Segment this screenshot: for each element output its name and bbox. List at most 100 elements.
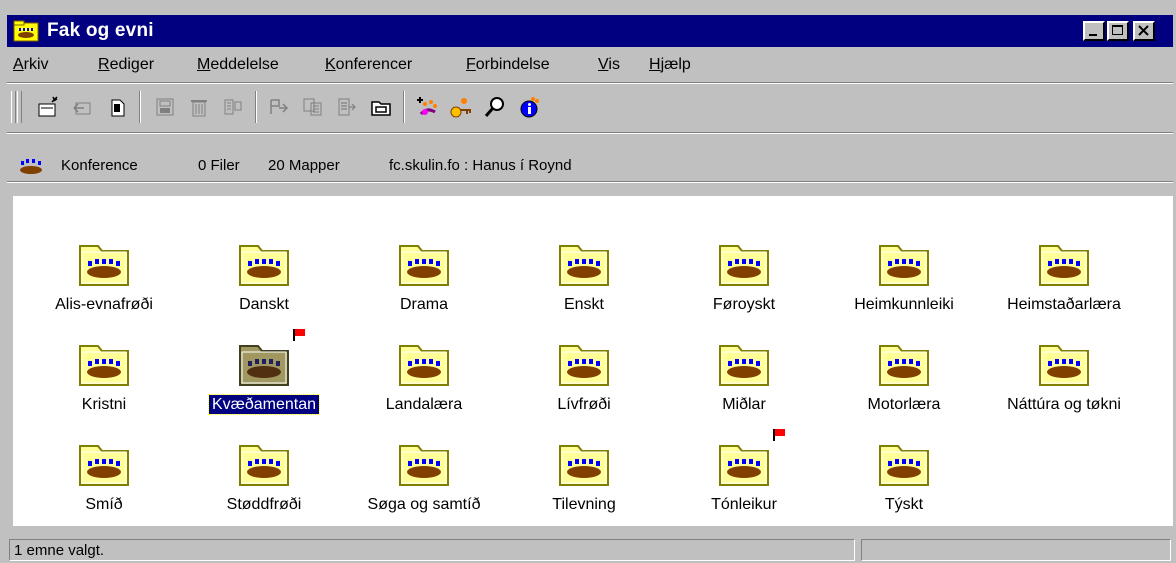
folder-item[interactable]: Motorlæra — [824, 338, 984, 438]
folder-item[interactable]: Heimstaðarlæra — [984, 238, 1144, 338]
folder-icon — [719, 245, 769, 286]
folder-item[interactable]: Miðlar — [664, 338, 824, 438]
close-button[interactable] — [1133, 21, 1155, 41]
folder-name: Lívfrøði — [557, 396, 611, 413]
folder-name: Drama — [399, 296, 448, 313]
folder-icon — [1039, 345, 1089, 386]
folder-count: 20 Mapper — [268, 157, 340, 174]
folder-view[interactable]: Alis-evnafrøði Danskt Drama Enskt Føroyskt He… — [13, 196, 1173, 526]
folder-name: Støddfrøði — [226, 496, 302, 513]
folder-icon — [879, 245, 929, 286]
folder-item[interactable]: Kvæðamentan — [184, 329, 344, 438]
folder-item[interactable]: Alis-evnafrøði — [24, 238, 184, 338]
delete-icon[interactable] — [185, 94, 213, 120]
toolbar-grip[interactable] — [17, 91, 22, 123]
folder-item[interactable]: Føroyskt — [664, 238, 824, 338]
folder-item[interactable]: Smíð — [24, 438, 184, 538]
menu-meddelelse[interactable]: Meddelelse — [197, 55, 279, 75]
menu-accel: H — [649, 56, 661, 73]
properties-icon[interactable] — [219, 94, 247, 120]
maximize-button[interactable] — [1107, 21, 1129, 41]
document-icon[interactable] — [103, 94, 131, 120]
add-conference-icon[interactable] — [413, 94, 441, 120]
app-icon[interactable] — [13, 20, 39, 42]
folder-item[interactable]: Søga og samtíð — [344, 438, 504, 538]
folder-item[interactable]: Enskt — [504, 238, 664, 338]
folder-item[interactable]: Tónleikur — [664, 429, 824, 538]
toolbar-grip[interactable] — [11, 91, 16, 123]
folder-label: Søga og samtíð — [344, 495, 504, 515]
folder-label: Náttúra og tøkni — [984, 395, 1144, 415]
folder-label: Smíð — [24, 495, 184, 515]
folder-label: Lívfrøði — [504, 395, 664, 415]
menu-accel: M — [197, 56, 211, 73]
folder-name: Søga og samtíð — [367, 496, 481, 513]
menu-hjaelp[interactable]: Hjælp — [649, 55, 691, 75]
toolbar — [7, 85, 1173, 129]
folder-icon — [239, 445, 289, 486]
file-count: 0 Filer — [198, 157, 240, 174]
maximize-icon — [1112, 25, 1123, 35]
toolbar-separator — [255, 91, 257, 123]
folder-name: Motorlæra — [867, 396, 941, 413]
folder-label: Miðlar — [664, 395, 824, 415]
menu-accel: A — [13, 56, 24, 73]
minimize-icon — [1089, 34, 1097, 36]
conference-icon — [20, 159, 42, 174]
folder-icon — [879, 445, 929, 486]
menu-accel: F — [466, 56, 476, 73]
application-window: Fak og evni Arkiv Rediger Meddelelse Kon… — [7, 15, 1173, 563]
flag-icon — [293, 329, 305, 341]
status-text: 1 emne valgt. — [14, 542, 105, 559]
folder-label: Landalæra — [344, 395, 504, 415]
folder-item[interactable]: Týskt — [824, 438, 984, 538]
folder-label: Drama — [344, 295, 504, 315]
folder-label: Støddfrøði — [184, 495, 344, 515]
toolbar-separator — [403, 91, 405, 123]
folder-item[interactable]: Støddfrøði — [184, 438, 344, 538]
folder-item[interactable]: Kristni — [24, 338, 184, 438]
folder-icon — [719, 445, 769, 486]
folder-label: Tónleikur — [664, 495, 824, 515]
folder-item[interactable]: Tilevning — [504, 438, 664, 538]
menu-konferencer[interactable]: Konferencer — [325, 55, 412, 75]
search-icon[interactable] — [481, 94, 509, 120]
menu-vis[interactable]: Vis — [598, 55, 620, 75]
folder-icon — [559, 445, 609, 486]
folder-up-icon[interactable] — [367, 94, 395, 120]
menu-label: rkiv — [23, 56, 49, 73]
minimize-button[interactable] — [1083, 21, 1105, 41]
folder-item[interactable]: Danskt — [184, 238, 344, 338]
key-icon[interactable] — [447, 94, 475, 120]
reply-icon[interactable] — [69, 94, 97, 120]
folder-item[interactable]: Heimkunnleiki — [824, 238, 984, 338]
folder-label: Alis-evnafrøði — [24, 295, 184, 315]
save-icon[interactable] — [151, 94, 179, 120]
copy-icon[interactable] — [299, 94, 327, 120]
folder-icon — [79, 445, 129, 486]
folder-item[interactable]: Lívfrøði — [504, 338, 664, 438]
folder-label: Tilevning — [504, 495, 664, 515]
flag-icon — [773, 429, 785, 441]
title-bar[interactable]: Fak og evni — [7, 15, 1173, 47]
folder-name: Alis-evnafrøði — [55, 296, 153, 313]
folder-name: Danskt — [239, 296, 289, 313]
menu-bar: Arkiv Rediger Meddelelse Konferencer For… — [7, 51, 1173, 81]
folder-item[interactable]: Landalæra — [344, 338, 504, 438]
menu-label: jælp — [660, 56, 691, 73]
location-bar: Konference 0 Filer 20 Mapper fc.skulin.f… — [7, 152, 1173, 180]
folder-name: Kristni — [81, 396, 127, 413]
folder-item[interactable]: Náttúra og tøkni — [984, 338, 1144, 438]
move-icon[interactable] — [333, 94, 361, 120]
folder-label: Kristni — [24, 395, 184, 415]
info-icon[interactable] — [515, 94, 543, 120]
address-separator — [7, 181, 1173, 183]
new-message-icon[interactable] — [35, 94, 63, 120]
menu-forbindelse[interactable]: Forbindelse — [466, 55, 550, 75]
folder-item[interactable]: Drama — [344, 238, 504, 338]
menu-arkiv[interactable]: Arkiv — [13, 55, 49, 75]
folder-name: Tilevning — [552, 496, 616, 513]
menu-rediger[interactable]: Rediger — [98, 55, 154, 75]
folder-name: Smíð — [85, 496, 123, 513]
forward-icon[interactable] — [265, 94, 293, 120]
